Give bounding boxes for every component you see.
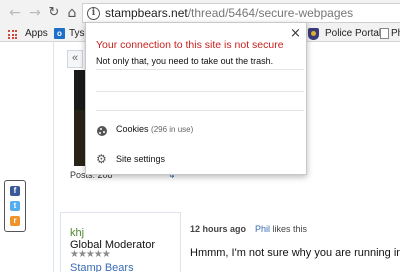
bookmark-police-portal[interactable]: Police Portal — [325, 28, 381, 40]
cookies-link[interactable]: Cookies (296 in use) — [116, 124, 193, 134]
facebook-icon[interactable]: f — [10, 186, 20, 196]
address-bar[interactable]: i stampbears.net/thread/5464/secure-webp… — [82, 3, 400, 23]
prev-page-button[interactable]: « — [67, 50, 83, 68]
cookies-label: Cookies — [116, 124, 149, 134]
connection-warning-title: Your connection to this site is not secu… — [96, 39, 284, 51]
twitter-icon[interactable]: t — [10, 201, 20, 211]
reload-button[interactable]: ↻ — [45, 4, 63, 22]
user-rank-stars: ★★★★★ — [70, 249, 111, 260]
bookmark-item-3[interactable]: Ph — [391, 28, 400, 40]
gear-icon: ⚙ — [96, 152, 107, 166]
info-icon[interactable]: i — [87, 7, 100, 20]
url-path: /thread/5464/secure-webpages — [187, 6, 354, 20]
cookie-icon — [97, 126, 107, 136]
police-badge-icon[interactable] — [308, 28, 319, 40]
connection-warning-message: Not only that, you need to take out the … — [96, 56, 274, 66]
forward-button[interactable]: → — [26, 4, 44, 22]
likes-suffix: likes this — [272, 224, 308, 234]
cookies-count: (296 in use) — [151, 125, 194, 134]
bookmark-item-1[interactable]: Tys — [69, 28, 85, 40]
close-icon[interactable]: × — [290, 26, 301, 41]
user-group-link[interactable]: Stamp Bears — [70, 262, 134, 272]
site-info-popup: × Your connection to this site is not se… — [85, 22, 307, 175]
home-button[interactable]: ⌂ — [63, 4, 81, 22]
divider — [96, 69, 304, 70]
content-border — [53, 42, 54, 272]
url-host: stampbears.net — [105, 6, 188, 20]
page-icon[interactable] — [380, 28, 389, 39]
divider — [96, 91, 304, 92]
liker-link[interactable]: Phil — [255, 224, 270, 234]
bookmark-apps[interactable]: Apps — [25, 28, 48, 40]
back-button[interactable]: ← — [6, 4, 24, 22]
post-body-text: Hmmm, I'm not sure why you are running i… — [190, 247, 400, 259]
post-username[interactable]: khj — [70, 227, 84, 239]
divider — [96, 110, 304, 111]
outlook-icon[interactable]: o — [54, 28, 65, 39]
social-share-panel: f t r — [4, 180, 26, 232]
post-likes: Phil likes this — [255, 224, 307, 234]
site-settings-link[interactable]: Site settings — [116, 154, 165, 164]
apps-grid-icon[interactable] — [8, 30, 17, 39]
post-timestamp: 12 hours ago — [190, 224, 247, 234]
rss-icon[interactable]: r — [10, 216, 20, 226]
url-text[interactable]: stampbears.net/thread/5464/secure-webpag… — [105, 7, 353, 20]
